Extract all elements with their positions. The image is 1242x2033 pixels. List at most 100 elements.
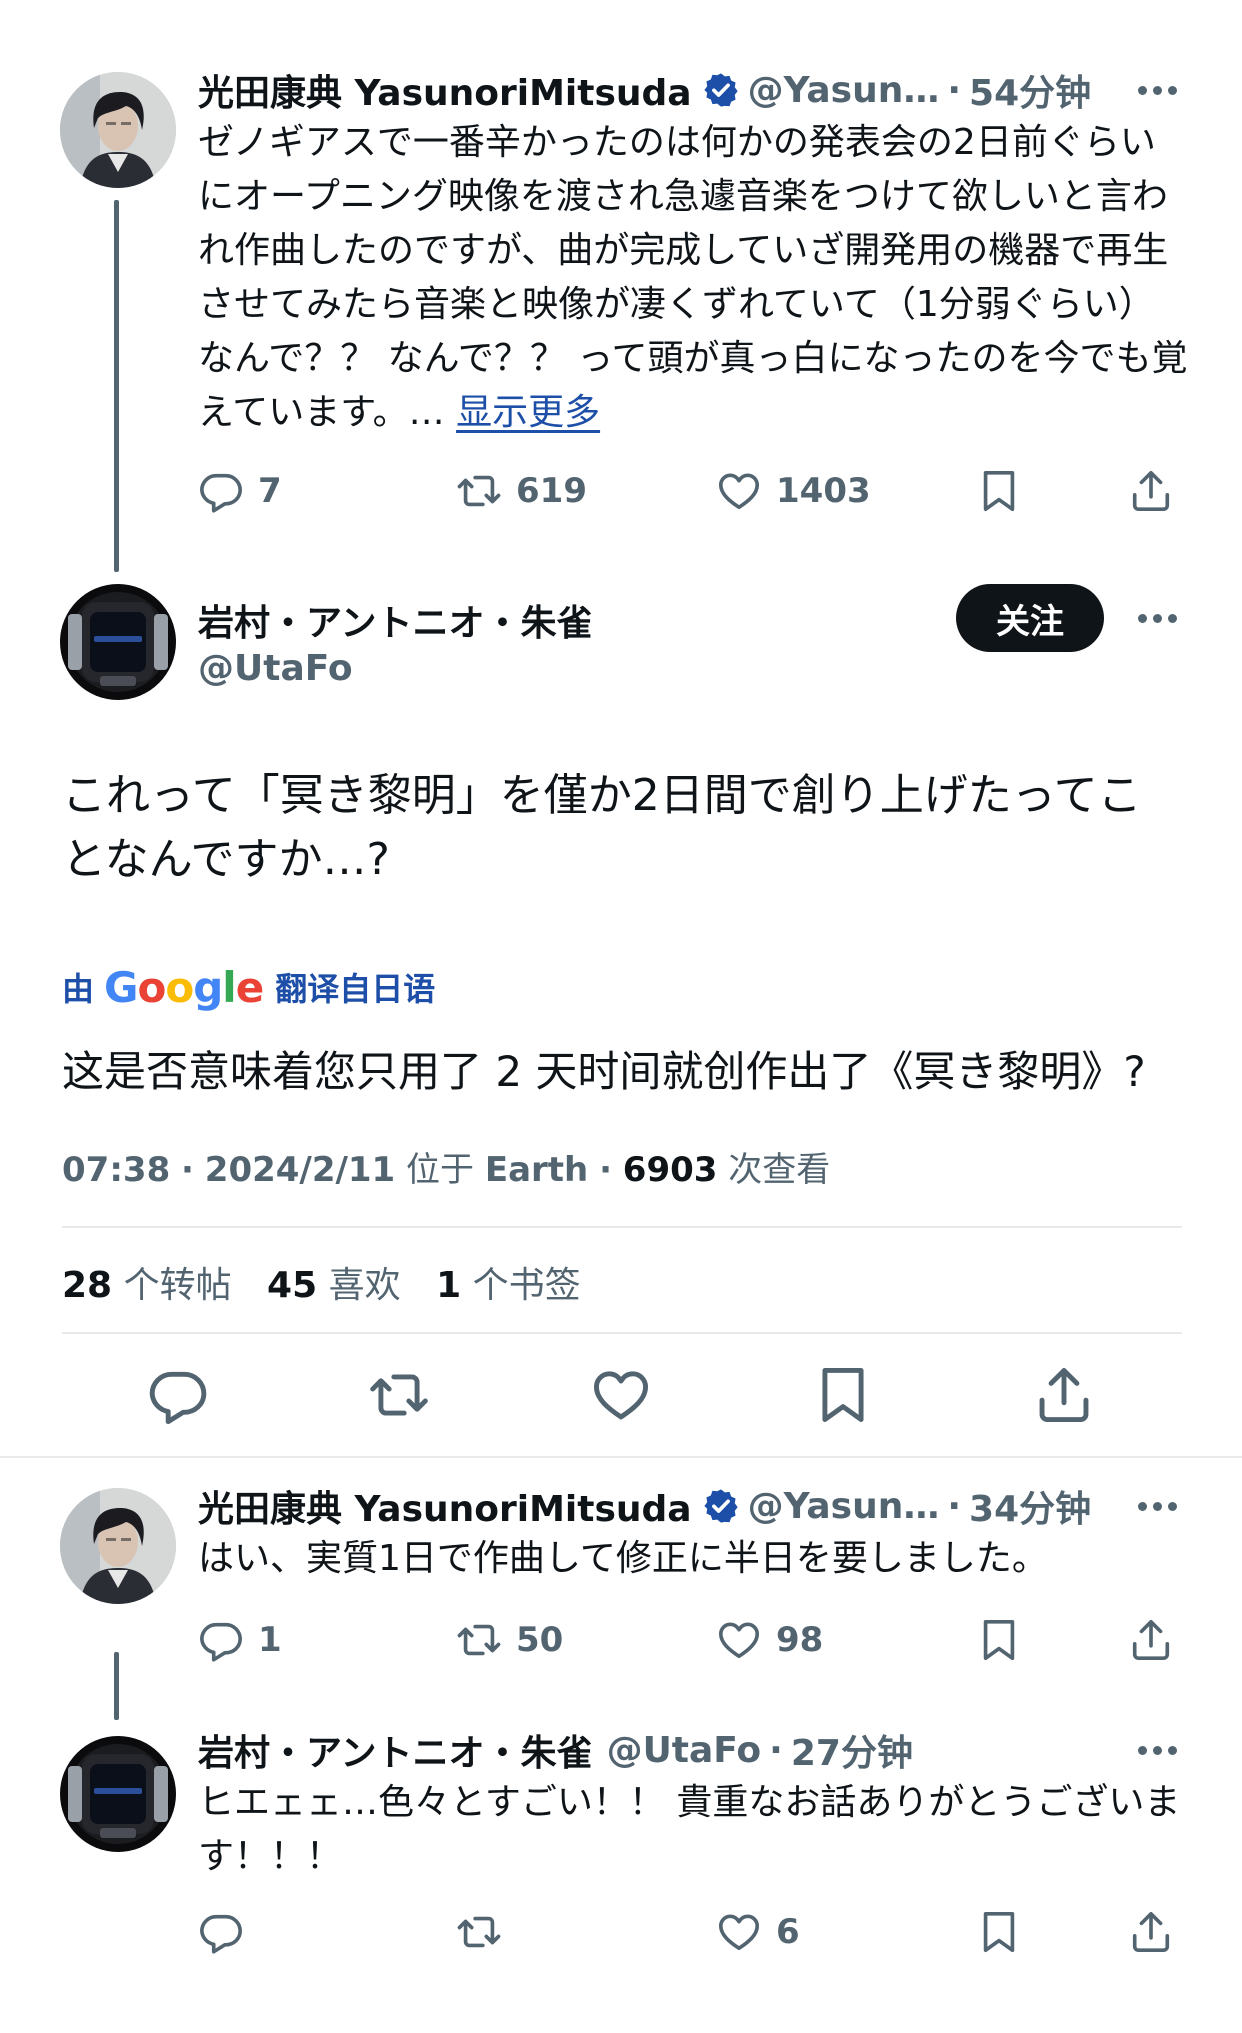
parent-tweet-text: ゼノギアスで一番辛かったのは何かの発表会の2日前ぐらいにオープニング映像を渡され…: [198, 116, 1188, 440]
bookmark-icon: [976, 1909, 1022, 1955]
retweets-stat[interactable]: 28 个转帖: [62, 1265, 232, 1306]
reply-button[interactable]: [198, 1904, 244, 1960]
avatar-mitsuda[interactable]: [60, 72, 176, 188]
like-button[interactable]: [586, 1360, 656, 1430]
author-name[interactable]: 光田康典 YasunoriMitsuda: [198, 1480, 692, 1532]
reply2-header: 岩村・アントニオ・朱雀 @UtaFo · 27分钟: [198, 1724, 913, 1776]
likes-stat-label: 喜欢: [328, 1265, 401, 1306]
reply1-header: 光田康典 YasunoriMitsuda @Yasun… · 34分钟: [198, 1480, 1091, 1532]
separator-dot: ·: [947, 1485, 962, 1527]
like-icon: [716, 1617, 762, 1663]
tweet-time[interactable]: 54分钟: [969, 64, 1091, 116]
author-name[interactable]: 光田康典 YasunoriMitsuda: [198, 64, 692, 116]
location-prefix: 位于: [406, 1150, 475, 1190]
reply-count: 7: [258, 471, 282, 511]
retweet-button[interactable]: 50: [456, 1612, 563, 1668]
translation-attribution[interactable]: 由 Google 翻译自日语: [62, 962, 435, 1012]
author-handle[interactable]: @Yasun…: [748, 70, 940, 111]
main-tweet-name-row: 岩村・アントニオ・朱雀: [198, 594, 593, 646]
like-button[interactable]: 6: [716, 1904, 800, 1960]
likes-stat[interactable]: 45 喜欢: [267, 1265, 401, 1306]
verified-badge-icon: [702, 71, 740, 109]
bookmarks-stat-label: 个书签: [472, 1265, 581, 1306]
author-handle[interactable]: @Yasun…: [748, 1486, 940, 1527]
reply-icon: [198, 468, 244, 514]
author-handle[interactable]: @UtaFo: [607, 1730, 762, 1771]
bookmark-button[interactable]: [808, 1360, 878, 1430]
retweets-stat-label: 个转帖: [123, 1265, 232, 1306]
tweet-date[interactable]: 2024/2/11: [205, 1150, 395, 1190]
retweet-count: 50: [516, 1620, 564, 1660]
reply-button[interactable]: 1: [198, 1612, 282, 1668]
share-icon: [1128, 1909, 1174, 1955]
like-count: 1403: [776, 471, 871, 511]
separator-dot: ·: [181, 1150, 194, 1190]
like-icon: [716, 468, 762, 514]
share-button[interactable]: [1029, 1360, 1099, 1430]
tweet-time[interactable]: 27分钟: [791, 1724, 913, 1776]
share-icon: [1128, 468, 1174, 514]
more-options-icon[interactable]: [1127, 75, 1187, 105]
views-label: 次查看: [728, 1150, 831, 1190]
share-icon: [1128, 1617, 1174, 1663]
bookmarks-stat[interactable]: 1 个书签: [436, 1265, 581, 1306]
parent-tweet-body: ゼノギアスで一番辛かったのは何かの発表会の2日前ぐらいにオープニング映像を渡され…: [198, 122, 1188, 433]
more-options-icon[interactable]: [1127, 603, 1187, 633]
like-icon: [590, 1364, 652, 1426]
divider: [62, 1226, 1182, 1228]
retweet-icon: [456, 1617, 502, 1663]
thread-line: [114, 1652, 119, 1720]
bookmark-button[interactable]: [976, 463, 1022, 519]
tweet-time[interactable]: 34分钟: [969, 1480, 1091, 1532]
share-button[interactable]: [1128, 1612, 1174, 1668]
reply2-text: ヒエェェ…色々とすごい！！ 貴重なお話ありがとうございます！！！: [198, 1782, 1181, 1877]
author-name[interactable]: 岩村・アントニオ・朱雀: [198, 594, 593, 646]
bookmark-icon: [976, 1617, 1022, 1663]
author-handle[interactable]: @UtaFo: [198, 648, 353, 689]
like-icon: [716, 1909, 762, 1955]
divider: [62, 1332, 1182, 1334]
thread-line: [114, 200, 119, 572]
engagement-stats: 28 个转帖 45 喜欢 1 个书签: [62, 1256, 581, 1308]
retweet-icon: [456, 468, 502, 514]
reply-count: 1: [258, 1620, 282, 1660]
parent-tweet-actions: 7 619 1403: [198, 463, 1188, 519]
bookmark-button[interactable]: [976, 1612, 1022, 1668]
translate-suffix: 翻译自日语: [275, 970, 436, 1008]
like-button[interactable]: 1403: [716, 463, 871, 519]
view-count: 6903: [622, 1150, 718, 1190]
separator-dot: ·: [769, 1729, 783, 1771]
reply2-actions: 6: [198, 1904, 1188, 1960]
like-count: 98: [776, 1620, 824, 1660]
reply-button[interactable]: 7: [198, 463, 282, 519]
like-button[interactable]: 98: [716, 1612, 823, 1668]
translated-text: 这是否意味着您只用了 2 天时间就创作出了《冥き黎明》?: [62, 1047, 1146, 1096]
share-button[interactable]: [1128, 1904, 1174, 1960]
retweet-button[interactable]: 619: [456, 463, 587, 519]
author-name[interactable]: 岩村・アントニオ・朱雀: [198, 1724, 593, 1776]
reply-icon: [198, 1909, 244, 1955]
avatar-utafo[interactable]: [60, 584, 176, 700]
reply-button[interactable]: [143, 1360, 213, 1430]
like-count: 6: [776, 1912, 800, 1952]
reply-icon: [147, 1364, 209, 1426]
retweet-button[interactable]: [364, 1360, 434, 1430]
retweet-button[interactable]: [456, 1904, 502, 1960]
tweet-meta: 07:38 · 2024/2/11 位于 Earth · 6903 次查看: [62, 1142, 830, 1191]
tweet-time[interactable]: 07:38: [62, 1150, 170, 1190]
share-icon: [1033, 1364, 1095, 1426]
show-more-link[interactable]: 显示更多: [456, 392, 600, 433]
more-options-icon[interactable]: [1127, 1735, 1187, 1765]
section-divider: [0, 1456, 1242, 1458]
follow-button[interactable]: 关注: [956, 584, 1104, 652]
main-tweet-handle-row: @UtaFo: [198, 642, 353, 694]
reply-icon: [198, 1617, 244, 1663]
more-options-icon[interactable]: [1127, 1491, 1187, 1521]
bookmark-button[interactable]: [976, 1904, 1022, 1960]
parent-tweet-header: 光田康典 YasunoriMitsuda @Yasun… · 54分钟: [198, 64, 1091, 116]
retweets-stat-count: 28: [62, 1265, 113, 1306]
avatar-utafo[interactable]: [60, 1736, 176, 1852]
share-button[interactable]: [1128, 463, 1174, 519]
reply1-text: はい、実質1日で作曲して修正に半日を要しました。: [198, 1538, 1048, 1579]
avatar-mitsuda[interactable]: [60, 1488, 176, 1604]
